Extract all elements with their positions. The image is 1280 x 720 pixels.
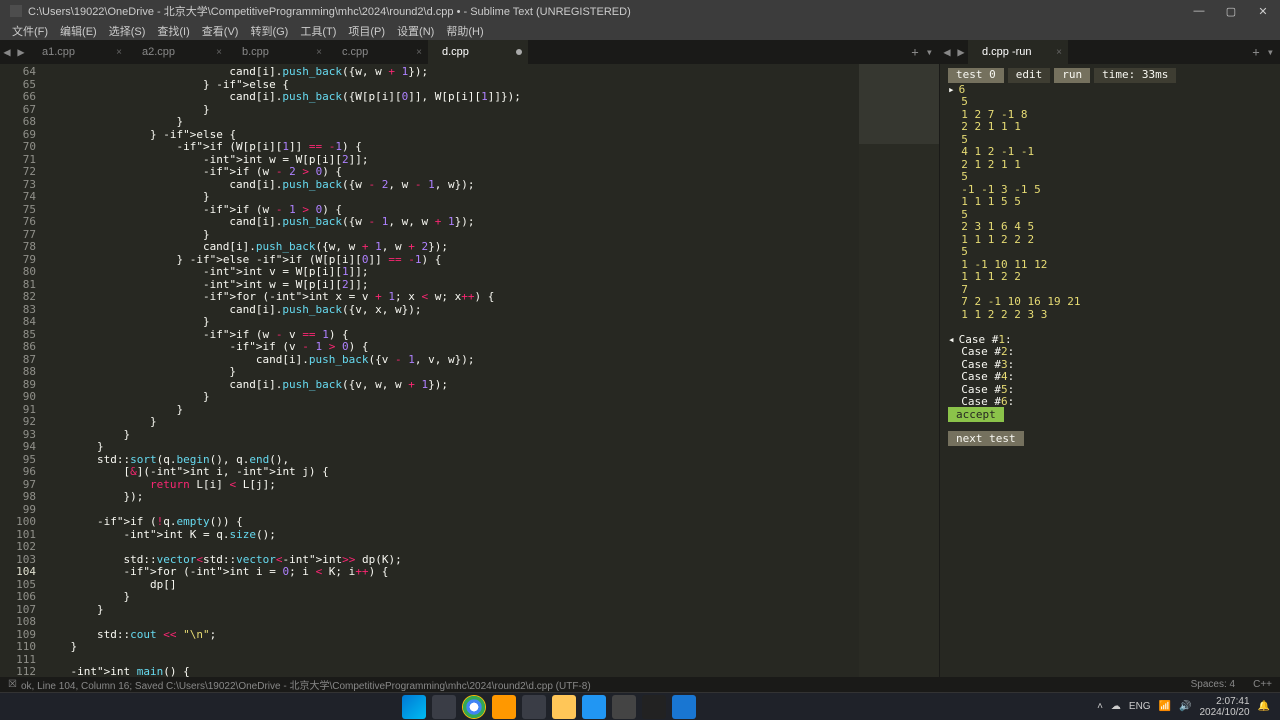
close-button[interactable]: ✕ xyxy=(1256,4,1270,18)
tray-notifications-icon[interactable]: 🔔 xyxy=(1258,701,1270,712)
tab-nav-back-r[interactable]: ◀ xyxy=(940,40,954,64)
menu-goto[interactable]: 转到(G) xyxy=(246,23,292,39)
close-icon[interactable]: × xyxy=(216,47,222,58)
minimap[interactable] xyxy=(859,64,939,677)
menu-file[interactable]: 文件(F) xyxy=(8,23,52,39)
dirty-icon xyxy=(516,49,522,55)
app-icon xyxy=(10,5,22,17)
tray-onedrive-icon[interactable]: ☁ xyxy=(1111,701,1121,712)
app-icon-2[interactable] xyxy=(582,695,606,719)
tab-nav-fwd-r[interactable]: ▶ xyxy=(954,40,968,64)
tabs-left: ◀ ▶ a1.cpp× a2.cpp× b.cpp× c.cpp× d.cpp … xyxy=(0,40,939,64)
close-icon[interactable]: × xyxy=(316,47,322,58)
window-title: C:\Users\19022\OneDrive - 北京大学\Competiti… xyxy=(28,3,1192,19)
statusbar: ☒ ok, Line 104, Column 16; Saved C:\User… xyxy=(0,677,1280,692)
run-button[interactable]: run xyxy=(1054,68,1090,83)
close-icon[interactable]: × xyxy=(116,47,122,58)
app-icon-4[interactable] xyxy=(672,695,696,719)
tab-c[interactable]: c.cpp× xyxy=(328,40,428,64)
terminal-icon[interactable] xyxy=(642,695,666,719)
menu-find[interactable]: 查找(I) xyxy=(153,23,193,39)
tray-clock[interactable]: 2:07:41 2024/10/20 xyxy=(1199,696,1249,718)
tab-nav-back[interactable]: ◀ xyxy=(0,40,14,64)
tab-b[interactable]: b.cpp× xyxy=(228,40,328,64)
edit-button[interactable]: edit xyxy=(1008,68,1051,83)
tab-d[interactable]: d.cpp xyxy=(428,40,528,64)
tabs-right: ◀ ▶ d.cpp -run× + ▾ xyxy=(940,40,1280,64)
taskbar: ˄ ☁ ENG 📶 🔊 2:07:41 2024/10/20 🔔 xyxy=(0,692,1280,720)
accept-badge: accept xyxy=(948,407,1004,422)
tab-run[interactable]: d.cpp -run× xyxy=(968,40,1068,64)
menu-edit[interactable]: 编辑(E) xyxy=(56,23,101,39)
menubar: 文件(F) 编辑(E) 选择(S) 查找(I) 查看(V) 转到(G) 工具(T… xyxy=(0,22,1280,40)
tray-wifi-icon[interactable]: 📶 xyxy=(1159,701,1171,712)
tab-nav-fwd[interactable]: ▶ xyxy=(14,40,28,64)
menu-view[interactable]: 查看(V) xyxy=(198,23,243,39)
menu-project[interactable]: 项目(P) xyxy=(344,23,389,39)
menu-select[interactable]: 选择(S) xyxy=(105,23,150,39)
tray-chevron-icon[interactable]: ˄ xyxy=(1097,701,1103,712)
tray-volume-icon[interactable]: 🔊 xyxy=(1179,701,1191,712)
next-test-button[interactable]: next test xyxy=(948,431,1024,446)
tray-ime[interactable]: ENG xyxy=(1129,701,1151,712)
line-numbers: 6465666768697071727374757677787980818283… xyxy=(0,64,44,677)
test-button[interactable]: test 0 xyxy=(948,68,1004,83)
tab-extras-left[interactable]: + ▾ xyxy=(905,40,939,64)
app-icon-1[interactable] xyxy=(522,695,546,719)
tab-extras-right[interactable]: + ▾ xyxy=(1246,40,1280,64)
run-output[interactable]: test 0 edit run time: 33ms ▸6 5 1 2 7 -1… xyxy=(940,64,1280,677)
titlebar: C:\Users\19022\OneDrive - 北京大学\Competiti… xyxy=(0,0,1280,22)
close-icon[interactable]: × xyxy=(416,47,422,58)
tab-a2[interactable]: a2.cpp× xyxy=(128,40,228,64)
minimize-button[interactable]: — xyxy=(1192,4,1206,18)
status-x-icon[interactable]: ☒ xyxy=(8,679,17,690)
chrome-icon[interactable] xyxy=(462,695,486,719)
explorer-icon[interactable] xyxy=(552,695,576,719)
status-lang[interactable]: C++ xyxy=(1253,679,1272,690)
menu-settings[interactable]: 设置(N) xyxy=(393,23,438,39)
maximize-button[interactable]: ▢ xyxy=(1224,4,1238,18)
sublime-icon[interactable] xyxy=(492,695,516,719)
start-button[interactable] xyxy=(402,695,426,719)
menu-help[interactable]: 帮助(H) xyxy=(442,23,487,39)
menu-tools[interactable]: 工具(T) xyxy=(296,23,340,39)
status-spaces[interactable]: Spaces: 4 xyxy=(1191,679,1235,690)
tab-a1[interactable]: a1.cpp× xyxy=(28,40,128,64)
code-editor[interactable]: cand[i].push_back({w, w + 1}); } -if">el… xyxy=(44,64,859,677)
status-text: ok, Line 104, Column 16; Saved C:\Users\… xyxy=(21,677,591,692)
taskview-icon[interactable] xyxy=(432,695,456,719)
app-icon-3[interactable] xyxy=(612,695,636,719)
close-icon[interactable]: × xyxy=(1056,47,1062,58)
time-label: time: 33ms xyxy=(1094,68,1176,83)
